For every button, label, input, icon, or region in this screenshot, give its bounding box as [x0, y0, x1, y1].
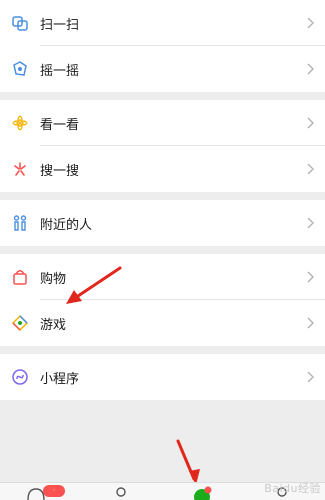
- scan-icon: [10, 13, 30, 33]
- search-label: 搜一搜: [40, 163, 80, 179]
- chevron-right-icon: [307, 217, 314, 229]
- chevron-right-icon: [307, 117, 314, 129]
- separator: [0, 92, 325, 100]
- chevron-right-icon: [307, 163, 314, 175]
- mini-program-icon: [10, 367, 30, 387]
- chevron-right-icon: [307, 371, 314, 383]
- menu-item-shake[interactable]: 摇一摇: [0, 46, 325, 92]
- discover-list: 扫一扫 摇一摇 看一看 搜一搜 附近的人 购物 游戏 小程序: [0, 0, 325, 400]
- menu-item-search[interactable]: 搜一搜: [0, 146, 325, 192]
- watermark-logo: Baidu经验: [264, 482, 321, 495]
- separator: [0, 192, 325, 200]
- menu-item-games[interactable]: 游戏: [0, 300, 325, 346]
- discover-icon[interactable]: [192, 486, 214, 500]
- contacts-icon[interactable]: [113, 486, 131, 500]
- chevron-right-icon: [307, 271, 314, 283]
- game-icon: [10, 313, 30, 333]
- chevron-right-icon: [307, 63, 314, 75]
- separator: [0, 246, 325, 254]
- menu-item-nearby[interactable]: 附近的人: [0, 200, 325, 246]
- menu-item-scan[interactable]: 扫一扫: [0, 0, 325, 46]
- shop-label: 购物: [40, 271, 67, 287]
- miniprograms-label: 小程序: [40, 371, 80, 387]
- group-miniprograms: 小程序: [0, 354, 325, 400]
- games-label: 游戏: [40, 317, 67, 333]
- shake-label: 摇一摇: [40, 63, 80, 79]
- nearby-label: 附近的人: [40, 217, 93, 233]
- menu-item-shop[interactable]: 购物: [0, 254, 325, 300]
- search-icon: [10, 159, 30, 179]
- group-shop-games: 购物 游戏: [0, 254, 325, 346]
- chevron-right-icon: [307, 17, 314, 29]
- separator: [0, 346, 325, 354]
- shake-icon: [10, 59, 30, 79]
- menu-item-look[interactable]: 看一看: [0, 100, 325, 146]
- chevron-right-icon: [307, 317, 314, 329]
- shopping-bag-icon: [10, 267, 30, 287]
- group-nearby: 附近的人: [0, 200, 325, 246]
- scan-label: 扫一扫: [40, 17, 80, 33]
- group-look-search: 看一看 搜一搜: [0, 100, 325, 192]
- chats-badge: ·: [43, 485, 65, 497]
- menu-item-miniprograms[interactable]: 小程序: [0, 354, 325, 400]
- group-scan-shake: 扫一扫 摇一摇: [0, 0, 325, 92]
- look-label: 看一看: [40, 117, 80, 133]
- people-icon: [10, 213, 30, 233]
- look-icon: [10, 113, 30, 133]
